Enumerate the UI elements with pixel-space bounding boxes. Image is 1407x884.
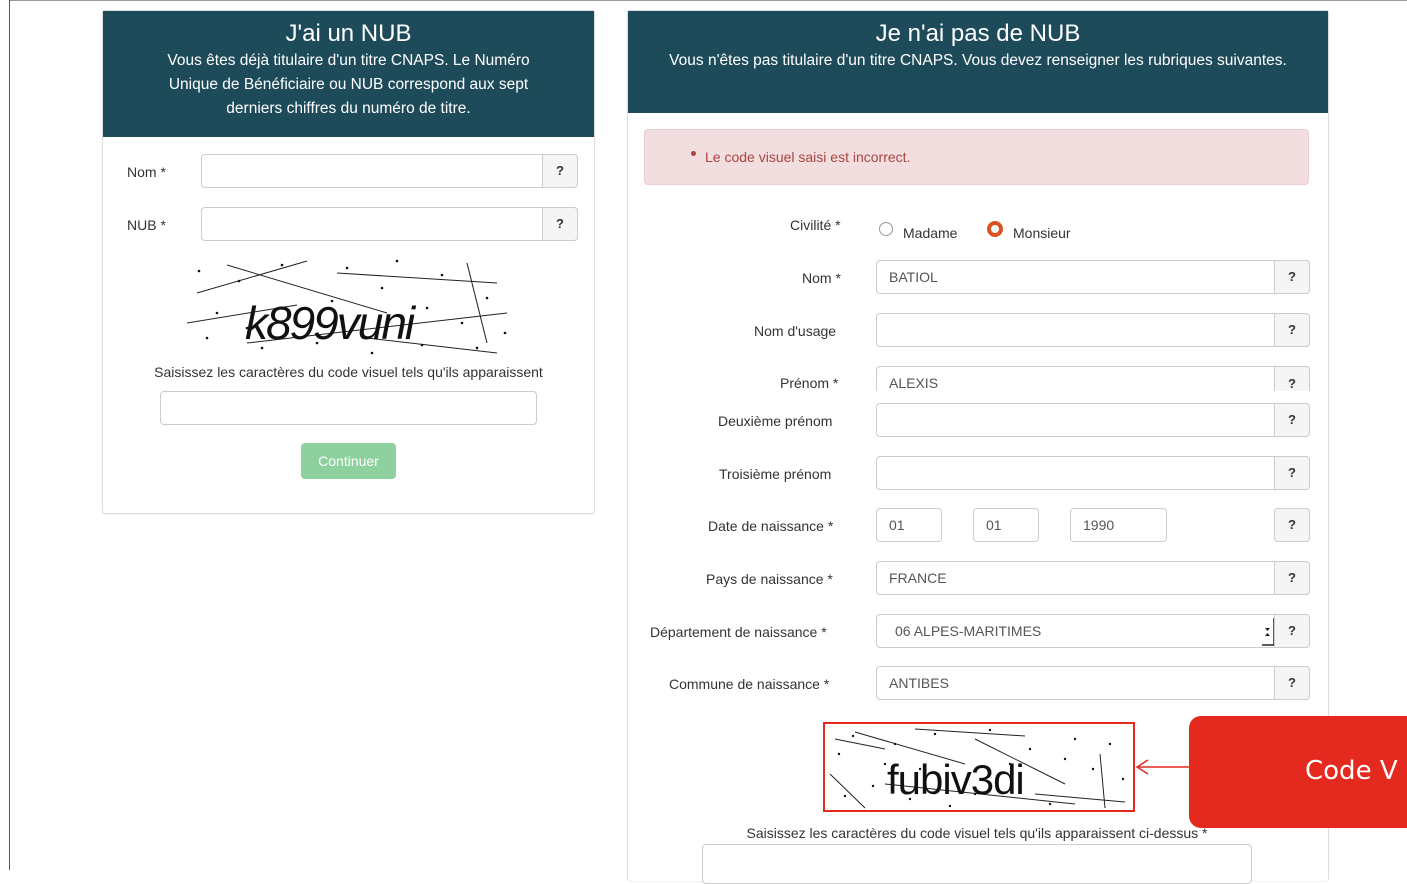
birth-month-input[interactable]: 01 bbox=[973, 508, 1039, 542]
birth-day-input[interactable]: 01 bbox=[876, 508, 942, 542]
pays-naissance-label: Pays de naissance * bbox=[706, 571, 833, 587]
nub-captcha-input[interactable] bbox=[160, 391, 537, 425]
departement-naissance-label: Département de naissance * bbox=[650, 624, 827, 640]
has-nub-title: J'ai un NUB bbox=[285, 20, 412, 47]
captcha-input[interactable] bbox=[702, 844, 1252, 884]
prenom-help-button[interactable]: ? bbox=[1274, 366, 1310, 391]
nom-input[interactable]: BATIOL bbox=[876, 260, 1275, 294]
birth-year-input[interactable]: 1990 bbox=[1070, 508, 1167, 542]
pays-naissance-help-button[interactable]: ? bbox=[1274, 561, 1310, 595]
nub-number-input[interactable] bbox=[201, 207, 543, 241]
select-arrow-icon[interactable] bbox=[1261, 614, 1275, 648]
radio-madame[interactable] bbox=[879, 222, 893, 236]
pays-naissance-input[interactable]: FRANCE bbox=[876, 561, 1275, 595]
departement-naissance-help-button[interactable]: ? bbox=[1274, 614, 1310, 648]
has-nub-description: Vous êtes déjà titulaire d'un titre CNAP… bbox=[167, 52, 530, 117]
troisieme-prenom-label: Troisième prénom bbox=[719, 466, 832, 482]
no-nub-title: Je n'ai pas de NUB bbox=[875, 20, 1081, 47]
nom-help-button[interactable]: ? bbox=[1274, 260, 1310, 294]
nub-number-help-button[interactable]: ? bbox=[542, 207, 578, 241]
commune-naissance-input[interactable]: ANTIBES bbox=[876, 666, 1275, 700]
captcha-text: fubiv3di bbox=[887, 756, 1024, 803]
troisieme-prenom-input[interactable] bbox=[876, 456, 1275, 490]
deuxieme-prenom-label: Deuxième prénom bbox=[718, 413, 833, 429]
nub-nom-help-button[interactable]: ? bbox=[542, 154, 578, 188]
error-alert: Le code visuel saisi est incorrect. bbox=[644, 129, 1309, 185]
has-nub-header: J'ai un NUB Vous êtes déjà titulaire d'u… bbox=[103, 11, 594, 137]
no-nub-description: Vous n'êtes pas titulaire d'un titre CNA… bbox=[669, 52, 1287, 69]
no-nub-header: Je n'ai pas de NUB Vous n'êtes pas titul… bbox=[628, 11, 1328, 113]
annotation-callout-text: Code V bbox=[1305, 756, 1398, 786]
radio-monsieur-label: Monsieur bbox=[1013, 225, 1071, 241]
nom-label: Nom * bbox=[802, 270, 841, 286]
radio-madame-label: Madame bbox=[903, 225, 958, 241]
nub-captcha-text: k899vuni bbox=[245, 297, 417, 349]
deuxieme-prenom-help-button[interactable]: ? bbox=[1274, 403, 1310, 437]
window-top-border bbox=[9, 0, 1407, 1]
prenom-input[interactable]: ALEXIS bbox=[876, 366, 1275, 391]
nub-captcha-image: k899vuni bbox=[186, 253, 517, 357]
captcha-image: fubiv3di bbox=[823, 722, 1135, 812]
has-nub-panel: J'ai un NUB Vous êtes déjà titulaire d'u… bbox=[102, 10, 595, 514]
radio-monsieur[interactable] bbox=[987, 221, 1003, 237]
prenom-label: Prénom * bbox=[780, 375, 839, 391]
commune-naissance-help-button[interactable]: ? bbox=[1274, 666, 1310, 700]
continue-button[interactable]: Continuer bbox=[301, 443, 396, 479]
annotation-arrow bbox=[1135, 759, 1190, 775]
error-message: Le code visuel saisi est incorrect. bbox=[705, 149, 911, 165]
departement-naissance-select[interactable]: 06 ALPES-MARITIMES bbox=[876, 614, 1275, 648]
nom-usage-help-button[interactable]: ? bbox=[1274, 313, 1310, 347]
captcha-instruction: Saisissez les caractères du code visuel … bbox=[746, 825, 1208, 841]
annotation-callout: Code V bbox=[1189, 716, 1407, 828]
nom-usage-input[interactable] bbox=[876, 313, 1275, 347]
nub-nom-input[interactable] bbox=[201, 154, 543, 188]
nom-usage-label: Nom d'usage bbox=[754, 323, 837, 339]
nub-captcha-instruction: Saisissez les caractères du code visuel … bbox=[154, 364, 543, 380]
window-left-border bbox=[9, 0, 10, 870]
nub-number-label: NUB * bbox=[127, 217, 166, 233]
troisieme-prenom-help-button[interactable]: ? bbox=[1274, 456, 1310, 490]
deuxieme-prenom-input[interactable] bbox=[876, 403, 1275, 437]
date-naissance-help-button[interactable]: ? bbox=[1274, 508, 1310, 542]
civility-label: Civilité * bbox=[790, 217, 841, 233]
error-bullet-icon bbox=[691, 151, 696, 156]
date-naissance-label: Date de naissance * bbox=[708, 518, 834, 534]
commune-naissance-label: Commune de naissance * bbox=[669, 676, 830, 692]
nub-nom-label: Nom * bbox=[127, 164, 166, 180]
